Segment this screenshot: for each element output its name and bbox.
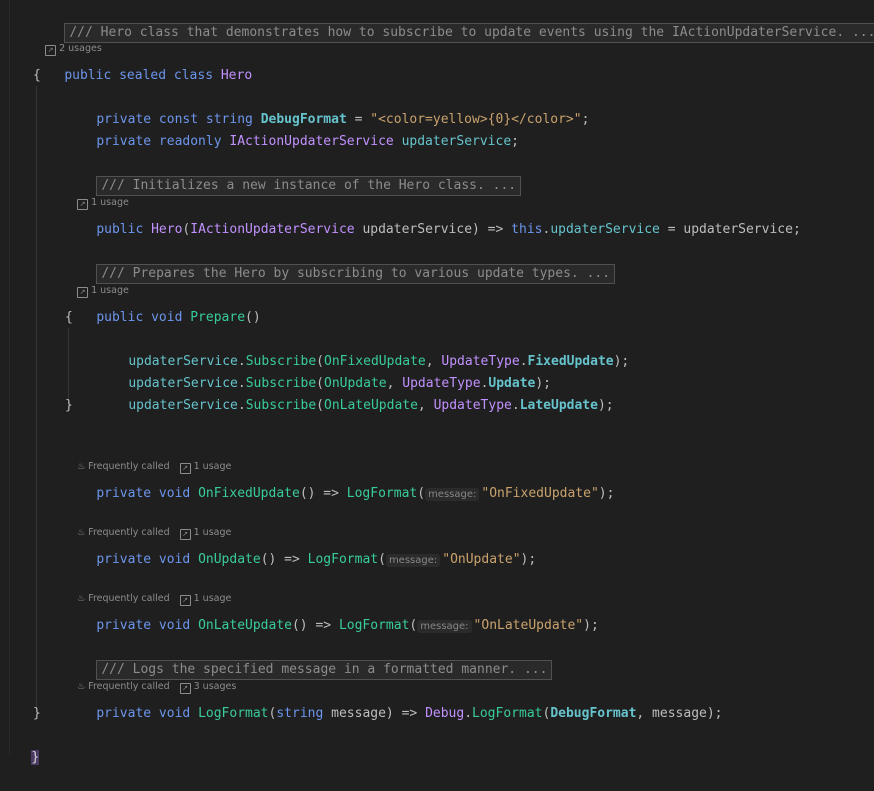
usages-hint-prepare[interactable]: ↗ 1 usage: [65, 267, 129, 298]
usages-hint-ctor[interactable]: ↗ 1 usage: [65, 179, 129, 210]
usages-hint-class[interactable]: ↗ 2 usages: [33, 25, 102, 56]
namespace-close-brace: }: [31, 750, 40, 765]
hint-on-fixed-update[interactable]: ♨ Frequently called ↗ 1 usage: [65, 443, 231, 474]
code-editor[interactable]: /// Hero class that demonstrates how to …: [0, 0, 874, 765]
subscribe-line: updaterService.Subscribe(OnUpdate, Updat…: [128, 376, 552, 391]
gutter-strip: [0, 0, 10, 754]
hint-log-format[interactable]: ♨ Frequently called ↗ 3 usages: [65, 663, 236, 694]
class-open-brace: {: [33, 68, 41, 83]
constructor-line: public Hero(IActionUpdaterService update…: [96, 222, 801, 237]
class-close-brace: }: [33, 706, 41, 721]
on-update-line: private void OnUpdate() => LogFormat(mes…: [96, 552, 537, 567]
doc-comment-class[interactable]: /// Hero class that demonstrates how to …: [64, 23, 874, 43]
parameter-hint: message:: [417, 620, 472, 633]
on-fixed-update-line: private void OnFixedUpdate() => LogForma…: [96, 486, 615, 501]
hint-on-update[interactable]: ♨ Frequently called ↗ 1 usage: [65, 509, 231, 540]
log-format-line: private void LogFormat(string message) =…: [96, 706, 723, 721]
prepare-close-brace: }: [65, 398, 73, 413]
doc-comment-ctor[interactable]: /// Initializes a new instance of the He…: [96, 176, 522, 196]
doc-comment-prepare[interactable]: /// Prepares the Hero by subscribing to …: [96, 264, 616, 284]
class-declaration: public sealed class Hero: [64, 68, 253, 83]
parameter-hint: message:: [425, 488, 480, 501]
subscribe-line: updaterService.Subscribe(OnFixedUpdate, …: [128, 354, 630, 369]
prepare-declaration: public void Prepare(): [96, 310, 261, 325]
subscribe-line: updaterService.Subscribe(OnLateUpdate, U…: [128, 398, 614, 413]
field-debug-format: private const string DebugFormat = "<col…: [96, 112, 590, 127]
prepare-open-brace: {: [65, 310, 73, 325]
on-late-update-line: private void OnLateUpdate() => LogFormat…: [96, 618, 599, 633]
indent-guide: [36, 86, 37, 714]
field-updater-service: private readonly IActionUpdaterService u…: [96, 134, 519, 149]
hint-on-late-update[interactable]: ♨ Frequently called ↗ 1 usage: [65, 575, 231, 606]
parameter-hint: message:: [385, 554, 441, 567]
